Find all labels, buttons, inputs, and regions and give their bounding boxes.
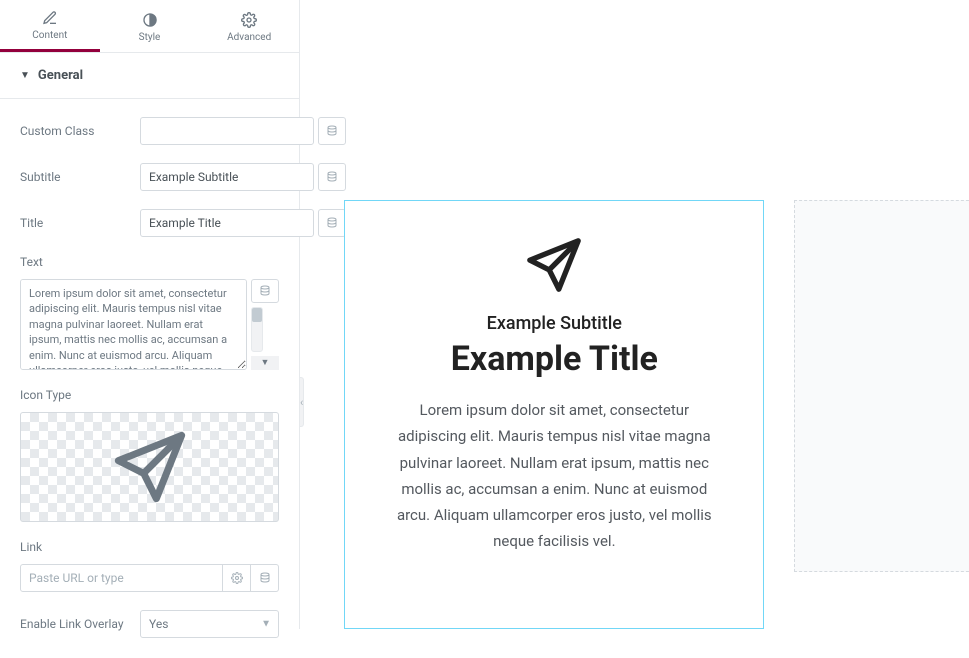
panel-tabs: Content Style Advanced	[0, 0, 299, 53]
dynamic-button[interactable]	[251, 564, 279, 592]
scrollbar-thumb[interactable]	[252, 308, 262, 322]
database-icon	[259, 285, 271, 297]
custom-class-input[interactable]	[140, 117, 314, 145]
pencil-icon	[42, 10, 58, 26]
text-field-wrap: ▼	[20, 279, 279, 370]
caret-down-icon: ▼	[20, 70, 30, 81]
dynamic-button[interactable]	[251, 279, 279, 303]
tab-content[interactable]: Content	[0, 0, 100, 52]
section-body: Custom Class Subtitle Title	[0, 99, 299, 658]
icon-type-preview[interactable]	[20, 412, 279, 522]
field-title: Title	[20, 191, 279, 237]
subtitle-label: Subtitle	[20, 170, 140, 184]
card-icon	[385, 236, 723, 298]
text-label: Text	[20, 255, 279, 269]
field-link-overlay: Enable Link Overlay Yes ▼	[20, 592, 279, 638]
card-subtitle: Example Subtitle	[385, 313, 723, 334]
scrollbar-down-arrow[interactable]: ▼	[251, 356, 279, 370]
textarea-scrollbar[interactable]	[251, 307, 263, 352]
tab-advanced[interactable]: Advanced	[199, 0, 299, 52]
field-subtitle: Subtitle	[20, 145, 279, 191]
section-title: General	[38, 68, 83, 83]
tab-style[interactable]: Style	[100, 0, 200, 52]
editor-panel: Content Style Advanced ▼ General Custom …	[0, 0, 300, 629]
title-input[interactable]	[140, 209, 314, 237]
card-text: Lorem ipsum dolor sit amet, consectetur …	[385, 397, 723, 555]
section-header-general[interactable]: ▼ General	[0, 53, 299, 99]
preview-canvas: Example Subtitle Example Title Lorem ips…	[304, 0, 969, 629]
link-field-wrap	[20, 564, 279, 592]
card-title: Example Title	[385, 339, 723, 379]
subtitle-input[interactable]	[140, 163, 314, 191]
text-textarea[interactable]	[20, 279, 247, 370]
link-label: Link	[20, 540, 279, 554]
chevron-left-icon: ‹	[300, 396, 303, 409]
link-overlay-select[interactable]: Yes	[140, 610, 279, 638]
tab-advanced-label: Advanced	[227, 32, 271, 43]
database-icon	[259, 572, 271, 584]
preview-card[interactable]: Example Subtitle Example Title Lorem ips…	[344, 200, 764, 629]
custom-class-label: Custom Class	[20, 124, 140, 138]
field-custom-class: Custom Class	[20, 99, 279, 145]
link-input[interactable]	[20, 564, 223, 592]
title-label: Title	[20, 216, 140, 230]
drop-zone[interactable]	[794, 200, 969, 572]
contrast-icon	[142, 12, 158, 28]
paper-plane-icon	[525, 236, 583, 294]
tab-content-label: Content	[32, 30, 67, 41]
link-options-button[interactable]	[223, 564, 251, 592]
gear-icon	[241, 12, 257, 28]
paper-plane-icon	[112, 429, 188, 505]
icon-type-label: Icon Type	[20, 388, 279, 402]
tab-style-label: Style	[139, 32, 161, 43]
gear-icon	[231, 572, 243, 584]
